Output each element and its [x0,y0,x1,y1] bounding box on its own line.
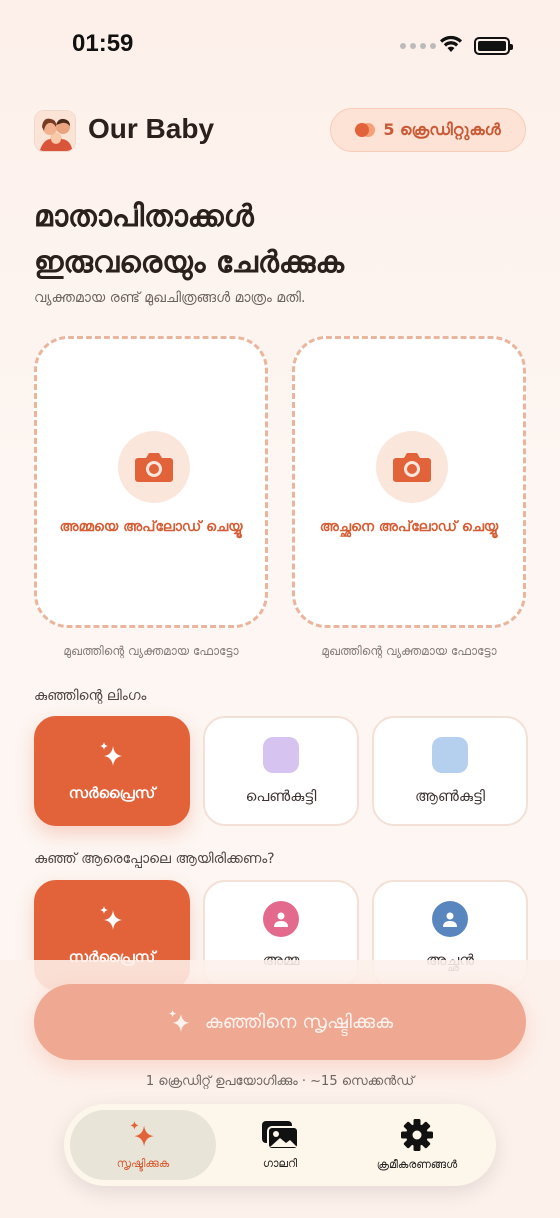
sparkle-icon [130,1121,154,1147]
tab-settings[interactable]: ക്രമീകരണങ്ങൾ [344,1110,490,1180]
tab-create-label: സൃഷ്ടിക്കുക [116,1157,170,1170]
tab-gallery[interactable]: ഗാലറി [222,1110,338,1180]
upload-father-card[interactable]: അച്ഛനെ അപ്‌ലോഡ് ചെയ്യൂ [292,336,526,628]
camera-icon [118,431,190,503]
sparkle-icon [100,906,122,930]
photo-gallery-icon [262,1121,299,1150]
gender-option-label: പെൺകുട്ടി [245,787,317,805]
gear-icon [401,1119,433,1151]
gender-option-label: സർപ്രൈസ് [68,784,156,802]
app-logo [34,110,76,152]
create-baby-label: കുഞ്ഞിനെ സൃഷ്ടിക്കുക [204,1011,394,1033]
page-title-line-1: മാതാപിതാക്കൾ [34,199,254,234]
credits-label: 5 ക്രെഡിറ്റുകൾ [383,120,501,139]
cellular-signal-icon [400,43,436,49]
wifi-icon [440,35,462,52]
upload-father-label: അച്ഛനെ അപ്‌ലോഡ് ചെയ്യൂ [319,519,499,535]
battery-icon [474,37,513,55]
tab-bar: സൃഷ്ടിക്കുക ഗാലറി ക്രമീകരണങ്ങൾ [64,1104,496,1186]
upload-mother-hint: മുഖത്തിന്റെ വ്യക്തമായ ഫോട്ടോ [63,644,239,658]
camera-icon [376,431,448,503]
page-title: മാതാപിതാക്കൾ ഇരുവരെയും ചേർക്കുക [34,194,534,286]
status-time: 01:59 [72,30,134,57]
page-title-line-2: ഇരുവരെയും ചേർക്കുക [34,245,344,280]
app-title: Our Baby [88,113,215,144]
gender-option-girl[interactable]: പെൺകുട്ടി [203,716,359,826]
credits-badge[interactable]: 5 ക്രെഡിറ്റുകൾ [330,108,526,152]
sparkle-icon [100,742,122,766]
gender-option-label: ആൺകുട്ടി [415,787,485,805]
upload-father-hint: മുഖത്തിന്റെ വ്യക്തമായ ഫോട്ടോ [321,644,497,658]
upload-mother-label: അമ്മയെ അപ്‌ലോഡ് ചെയ്യൂ [59,519,243,535]
tab-settings-label: ക്രമീകരണങ്ങൾ [376,1158,458,1171]
coins-icon [355,123,376,137]
person-icon [263,901,299,937]
person-icon [432,901,468,937]
tab-gallery-label: ഗാലറി [262,1157,298,1170]
gender-option-surprise[interactable]: സർപ്രൈസ് [34,716,190,826]
gender-option-boy[interactable]: ആൺകുട്ടി [372,716,528,826]
page-subtitle: വ്യക്തമായ രണ്ട് മുഖചിത്രങ്ങൾ മാത്രം മതി. [34,290,306,306]
boy-color-swatch [432,737,468,773]
tab-create[interactable]: സൃഷ്ടിക്കുക [70,1110,216,1180]
upload-mother-card[interactable]: അമ്മയെ അപ്‌ലോഡ് ചെയ്യൂ [34,336,268,628]
resemblance-section-label: കുഞ്ഞ് ആരെപ്പോലെ ആയിരിക്കണം? [34,851,275,867]
credit-usage-note: 1 ക്രെഡിറ്റ് ഉപയോഗിക്കും · ~15 സെക്കൻഡ് [145,1074,415,1089]
create-baby-button[interactable]: കുഞ്ഞിനെ സൃഷ്ടിക്കുക [34,984,526,1060]
girl-color-swatch [263,737,299,773]
gender-section-label: കുഞ്ഞിന്റെ ലിംഗം [34,688,147,704]
sparkle-icon [168,1009,190,1033]
